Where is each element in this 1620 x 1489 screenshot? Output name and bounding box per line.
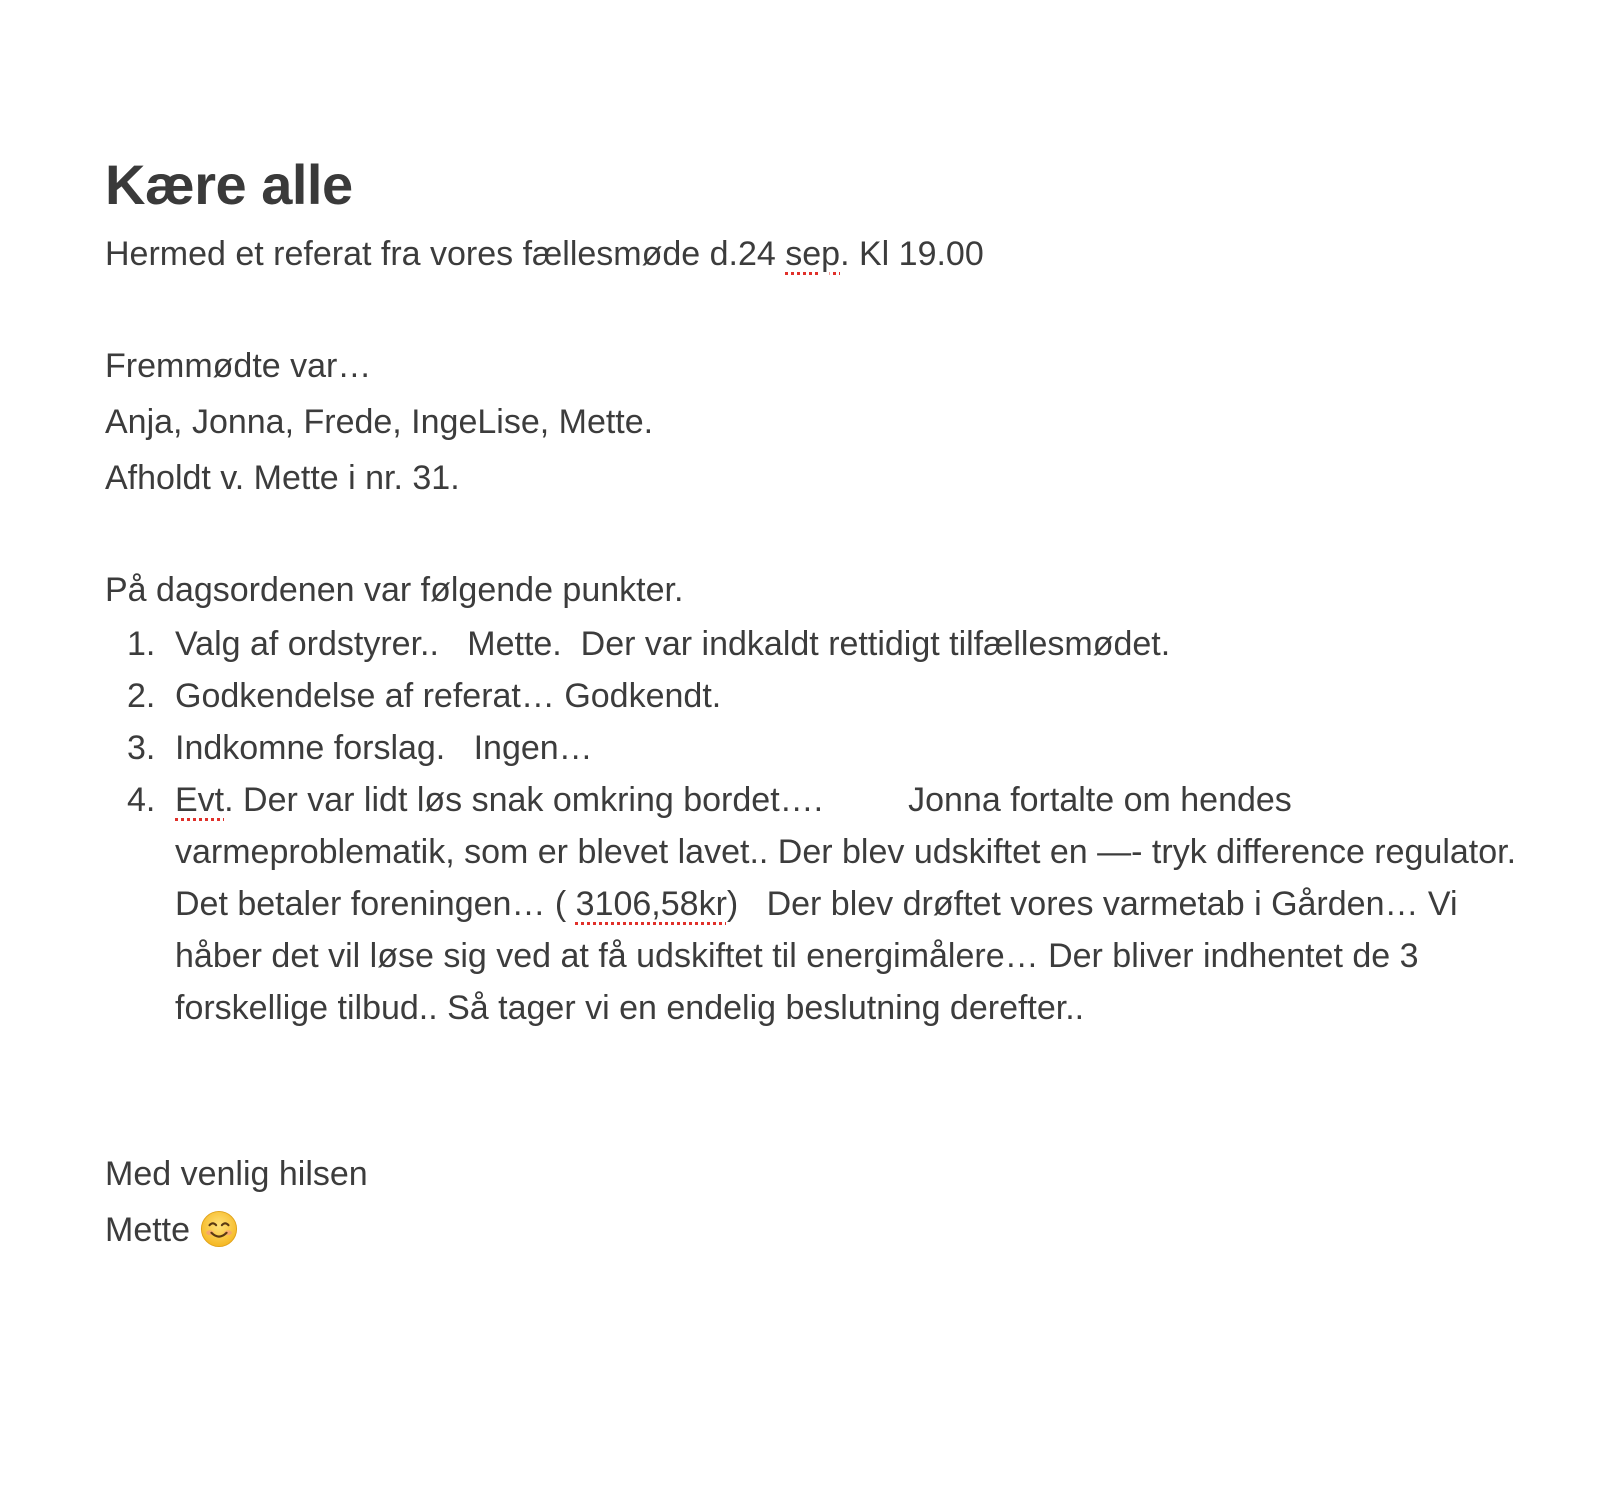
smiling-face-icon: [200, 1210, 237, 1248]
signature-line: Mette: [105, 1202, 1535, 1258]
agenda-item: 4. Evt. Der var lidt løs snak omkring bo…: [105, 774, 1535, 1034]
attendees-heading: Fremmødte var…: [105, 347, 372, 385]
spellcheck-flagged-word[interactable]: sep: [785, 235, 840, 273]
meeting-location: Afholdt v. Mette i nr. 31.: [105, 459, 460, 497]
agenda-item-number: 4.: [127, 781, 156, 819]
note-page: { "note": { "title": "Kære alle", "intro…: [0, 0, 1620, 1489]
attendees-list: Anja, Jonna, Frede, IngeLise, Mette.: [105, 403, 654, 441]
agenda-heading: På dagsordenen var følgende punkter.: [105, 571, 684, 609]
agenda-item-number: 2.: [127, 677, 156, 715]
agenda-list: 1. Valg af ordstyrer.. Mette. Der var in…: [105, 618, 1535, 1034]
agenda-item: 3. Indkomne forslag. Ingen…: [105, 722, 1535, 774]
blank-lines: [105, 1034, 1535, 1146]
agenda-item-text: Godkendelse af referat… Godkendt.: [175, 677, 722, 715]
signature-name: Mette: [105, 1211, 191, 1249]
spellcheck-flagged-word[interactable]: Evt: [175, 781, 224, 819]
intro-text: Hermed et referat fra vores fællesmøde d…: [105, 235, 786, 273]
agenda-item-text: Evt. Der var lidt løs snak omkring borde…: [175, 781, 1535, 1027]
agenda-item-number: 3.: [127, 729, 156, 767]
intro-text-end: . Kl 19.00: [840, 235, 984, 273]
note-body[interactable]: Kære alle Hermed et referat fra vores fæ…: [105, 150, 1535, 1258]
agenda-item-text: Indkomne forslag. Ingen…: [175, 729, 593, 767]
intro-line: Hermed et referat fra vores fællesmøde d…: [105, 226, 1535, 282]
spellcheck-flagged-word[interactable]: 3106,58kr: [576, 885, 727, 923]
note-title: Kære alle: [105, 153, 353, 216]
agenda-item: 1. Valg af ordstyrer.. Mette. Der var in…: [105, 618, 1535, 670]
closing-line: Med venlig hilsen: [105, 1155, 368, 1193]
agenda-item: 2. Godkendelse af referat… Godkendt.: [105, 670, 1535, 722]
agenda-item-number: 1.: [127, 625, 156, 663]
agenda-item-text: Valg af ordstyrer.. Mette. Der var indka…: [175, 625, 1171, 663]
